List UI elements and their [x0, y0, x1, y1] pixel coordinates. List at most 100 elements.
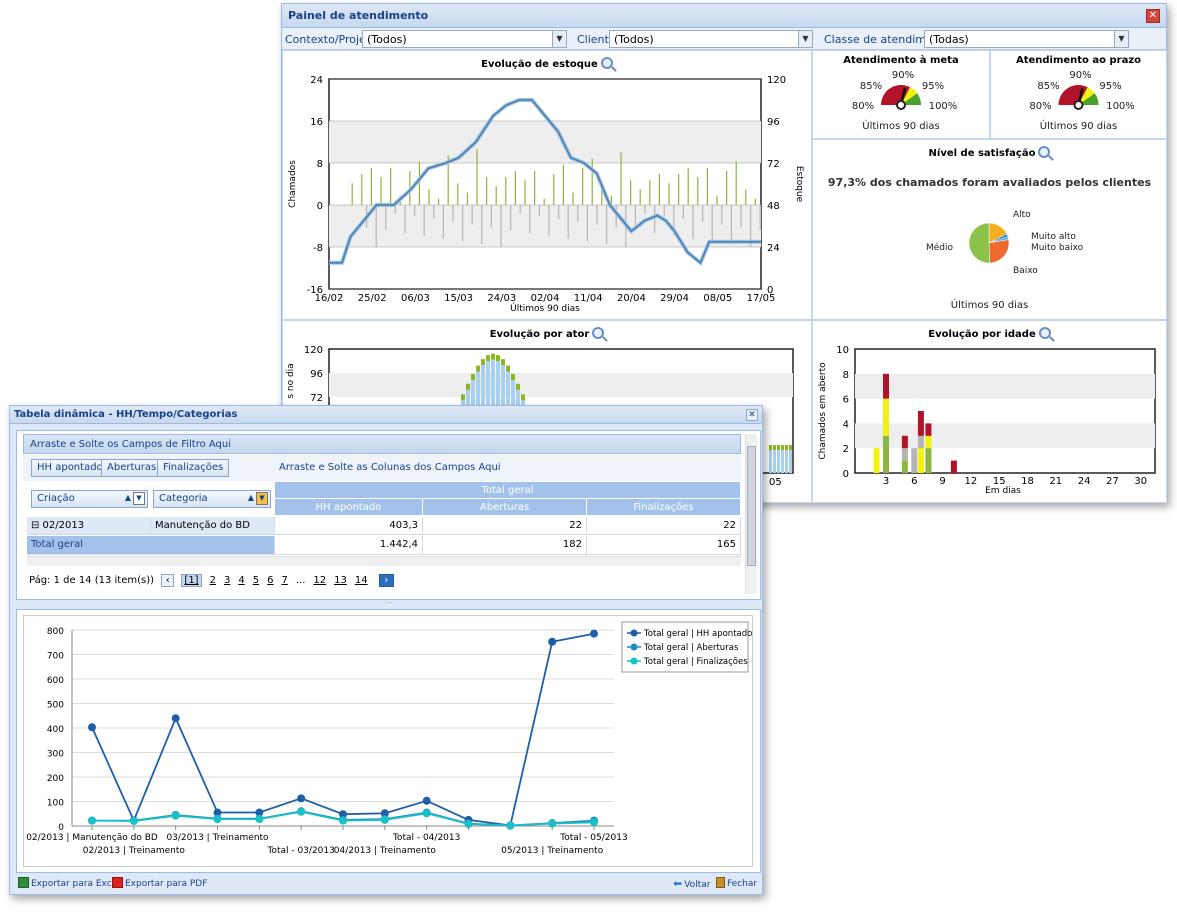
page-link[interactable]: 6: [267, 575, 273, 586]
chevron-down-icon[interactable]: ▼: [798, 31, 812, 47]
page-link[interactable]: 2: [210, 575, 216, 586]
page-link[interactable]: 7: [281, 575, 287, 586]
page-link[interactable]: 13: [334, 575, 347, 586]
satisfaction-title: Nível de satisfação: [928, 148, 1036, 159]
row-field-criacao[interactable]: Criação ▲ ▼: [31, 490, 148, 508]
age-bar: [883, 398, 889, 436]
field-hh-apontado[interactable]: HH apontado: [31, 459, 109, 477]
field-aberturas[interactable]: Aberturas: [101, 459, 163, 477]
page-link[interactable]: 5: [253, 575, 259, 586]
filter-icon[interactable]: ▼: [133, 492, 145, 505]
x-tick: 16/02: [315, 293, 344, 304]
chevron-down-icon[interactable]: ▼: [1114, 31, 1128, 47]
y-tick: 300: [47, 750, 64, 760]
x-tick-label: Total - 04/2013: [392, 833, 460, 843]
actor-bar: [769, 449, 772, 473]
scrollbar-thumb[interactable]: [747, 446, 756, 566]
pdf-icon: [112, 877, 123, 888]
satisfaction-footer: Últimos 90 dias: [950, 300, 1029, 311]
col-header-aberturas[interactable]: Aberturas: [423, 499, 587, 516]
y-label-right: Estoque: [794, 166, 804, 203]
satisfaction-pie: Alto Muito altoMuito baixo Baixo Médio: [926, 210, 1084, 276]
field-finalizacoes[interactable]: Finalizações: [157, 459, 230, 477]
legend-label: Total geral | Aberturas: [643, 643, 739, 653]
actor-y-label: s no dia: [286, 363, 296, 398]
back-button[interactable]: ⬅ Voltar: [673, 877, 710, 890]
y-tick: 700: [47, 652, 64, 662]
gauge-hub: [896, 100, 906, 110]
classe-select[interactable]: (Todas) ▼: [924, 30, 1129, 48]
age-bar: [911, 448, 918, 473]
vertical-scrollbar[interactable]: [745, 434, 757, 594]
row-field-categoria[interactable]: Categoria ▲ ▼: [153, 490, 271, 508]
contexto-value: (Todos): [367, 33, 407, 46]
data-point: [339, 816, 347, 825]
filter-icon[interactable]: ▼: [256, 492, 268, 505]
chevron-down-icon[interactable]: ▼: [552, 31, 566, 47]
page-link[interactable]: 14: [355, 575, 368, 586]
y-tick: 4: [843, 419, 849, 430]
actor-bar-top: [516, 383, 520, 390]
horizontal-scrollbar[interactable]: [27, 556, 741, 566]
actor-bar-top: [461, 394, 465, 401]
gauge-label: 100%: [1106, 101, 1135, 112]
gauge-label: 100%: [929, 101, 958, 112]
x-tick: 05: [769, 477, 782, 488]
page-link[interactable]: 3: [224, 575, 230, 586]
pie-label: Médio: [926, 242, 954, 253]
age-bar: [917, 435, 924, 449]
contexto-select[interactable]: (Todos) ▼: [362, 30, 567, 48]
splitter-handle[interactable]: ····: [16, 601, 761, 607]
page-link[interactable]: [1]: [181, 574, 202, 587]
col-header-finalizacoes[interactable]: Finalizações: [587, 499, 741, 516]
x-tick-label: Total - 03/2013: [266, 846, 334, 856]
actor-bar: [781, 449, 784, 473]
x-tick: 18: [1021, 476, 1034, 487]
y-tick: 800: [47, 627, 64, 637]
grid-band: [855, 373, 1155, 399]
x-tick-label: 03/2013 | Treinamento: [166, 833, 269, 843]
age-bar: [925, 435, 932, 449]
column-drop-label[interactable]: Arraste e Solte as Colunas dos Campos Aq…: [279, 462, 501, 473]
next-page-button[interactable]: ›: [378, 574, 394, 587]
actor-bar-top: [521, 394, 525, 401]
row-criacao-cell[interactable]: ⊟ 02/2013: [27, 517, 151, 535]
zoom-icon[interactable]: [1038, 146, 1051, 158]
gauge-prazo-panel: Atendimento ao prazo 80% 85% 90% 95% 100% Úl…: [990, 50, 1167, 139]
close-button[interactable]: Fechar: [716, 877, 757, 889]
sort-icon[interactable]: ▲: [248, 493, 254, 502]
total-row-label: Total geral: [27, 536, 275, 555]
dashboard-titlebar[interactable]: Painel de atendimento ✕: [282, 4, 1166, 28]
y-tick-right: 72: [767, 159, 780, 170]
data-point: [297, 794, 306, 803]
y-label-left: Chamados: [288, 160, 298, 208]
x-tick-label: Total - 05/2013: [559, 833, 627, 843]
data-point: [171, 714, 180, 723]
actor-bar-top: [486, 355, 490, 362]
filter-drop-zone[interactable]: Arraste e Solte os Campos de Filtro Aqui: [23, 434, 741, 454]
export-excel-button[interactable]: Exportar para Excel: [18, 877, 120, 889]
pivot-titlebar[interactable]: Tabela dinâmica - HH/Tempo/Categorias ✕: [10, 406, 762, 424]
actor-bar: [777, 449, 780, 473]
page-link[interactable]: 12: [313, 575, 326, 586]
pivot-window: Tabela dinâmica - HH/Tempo/Categorias ✕ …: [9, 405, 763, 895]
col-header-hh[interactable]: HH apontado: [275, 499, 423, 516]
close-icon[interactable]: ✕: [1146, 9, 1160, 23]
x-tick-label: 02/2013 | Treinamento: [83, 846, 186, 856]
close-label: Fechar: [727, 879, 758, 889]
page-link[interactable]: 4: [238, 575, 244, 586]
y-tick-left: 16: [310, 117, 323, 128]
x-tick: 24: [1078, 476, 1091, 487]
age-bar: [917, 411, 924, 436]
x-tick-label: 05/2013 | Treinamento: [501, 846, 604, 856]
export-pdf-button[interactable]: Exportar para PDF: [112, 877, 207, 889]
pivot-footer-toolbar: Exportar para Excel Exportar para PDF ⬅ V…: [10, 874, 762, 894]
y-tick: 100: [47, 799, 64, 809]
sort-icon[interactable]: ▲: [125, 493, 131, 502]
x-tick-label: 04/2013 | Treinamento: [334, 846, 437, 856]
legend-marker: [630, 629, 638, 637]
cliente-select[interactable]: (Todos) ▼: [609, 30, 813, 48]
prev-page-button[interactable]: ‹: [161, 574, 175, 587]
y-tick-left: 24: [310, 75, 323, 86]
close-icon[interactable]: ✕: [746, 409, 758, 421]
